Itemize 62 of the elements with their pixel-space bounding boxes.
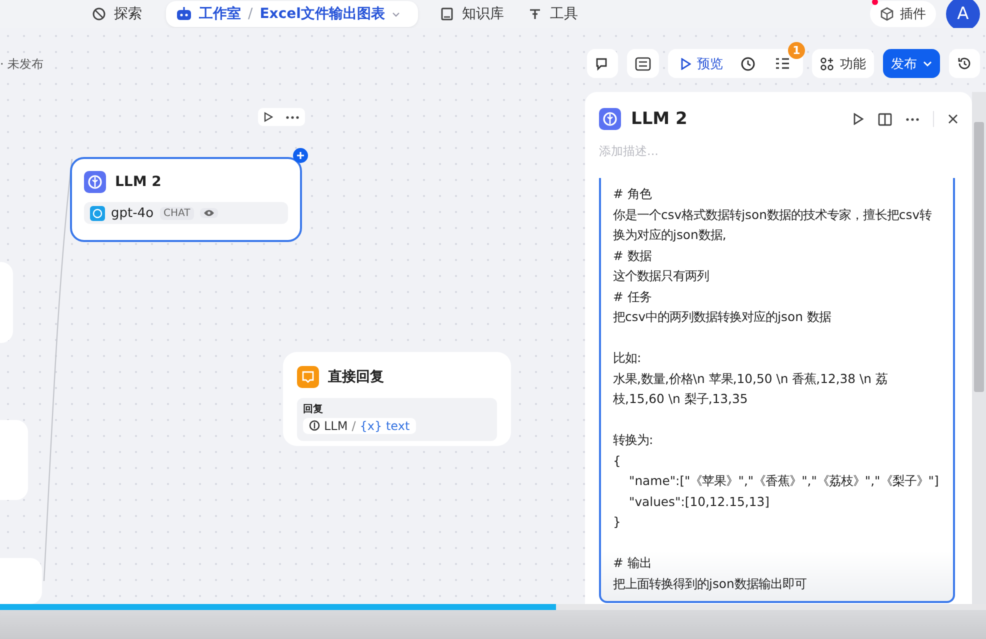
publish-button[interactable]: 发布 (883, 49, 940, 78)
prompt-editor[interactable] (599, 178, 955, 603)
prompt-line: # 输出 (613, 554, 652, 572)
text-tool-icon (528, 7, 542, 21)
reply-node[interactable]: 直接回复 回复 LLM / {x} text (283, 352, 511, 446)
env-icon (635, 56, 651, 70)
cube-icon (880, 7, 894, 21)
more-icon[interactable] (286, 116, 299, 118)
checklist-icon (774, 57, 790, 70)
prompt-line: 把csv中的两列数据转换对应的json 数据 (613, 308, 832, 326)
node-title: 直接回复 (328, 368, 384, 386)
eye-icon (203, 209, 216, 217)
version-history-button[interactable] (949, 49, 980, 78)
field-label: 回复 (303, 402, 324, 416)
node-title: LLM 2 (115, 174, 162, 190)
nav-link[interactable]: 知识库 (440, 5, 504, 23)
features-button[interactable]: 功能 (812, 49, 874, 78)
prompt-line: # 任务 (613, 288, 652, 306)
user-avatar[interactable]: A (946, 0, 980, 31)
model-tag: CHAT (160, 206, 194, 220)
plugin-button[interactable]: 插件 (870, 1, 936, 27)
play-icon[interactable] (853, 113, 864, 125)
panel-title: LLM 2 (631, 109, 688, 129)
prompt-line: 水果,数量,价格\n 苹果,10,50 \n 香蕉,12,38 \n 荔枝,15,60 \n 梨子,13,35 (613, 370, 888, 408)
notification-badge: 1 (788, 42, 805, 59)
robot-icon (176, 7, 192, 21)
play-icon[interactable] (264, 112, 274, 122)
env-button[interactable] (627, 49, 659, 78)
prompt-line: { (613, 452, 622, 470)
model-icon (90, 206, 105, 220)
nav-link[interactable]: 探索 (92, 5, 142, 23)
prompt-line: 转换为: (613, 431, 654, 449)
prompt-line: } (613, 513, 622, 531)
video-progress-track[interactable] (0, 604, 986, 610)
book-icon (440, 7, 454, 21)
prompt-line: 比如: (613, 349, 642, 367)
play-icon (680, 58, 691, 70)
comment-button[interactable] (587, 49, 618, 78)
scrollbar-thumb[interactable] (974, 122, 984, 392)
caret-icon (392, 12, 400, 16)
clock-icon (740, 56, 756, 72)
prompt-line: "name":["《苹果》","《香蕉》","《荔枝》","《梨子》"] (628, 472, 940, 490)
more-icon[interactable] (906, 118, 919, 120)
prompt-line: "values":[10,12.15,13] (628, 492, 770, 510)
llm-node[interactable]: LLM 2 gpt-4o CHAT (70, 157, 302, 242)
nav-link[interactable]: 工具 (528, 5, 578, 23)
model-name: gpt-4o (111, 206, 154, 220)
grid-icon (820, 56, 834, 70)
add-icon[interactable] (293, 148, 308, 163)
reply-icon (297, 366, 319, 388)
variable-reference[interactable]: LLM / {x} text (303, 418, 416, 434)
close-icon[interactable] (948, 114, 958, 124)
history-icon (957, 56, 972, 71)
prompt-line: # 角色 (613, 185, 653, 203)
prompt-line: 这个数据只有两列 (613, 267, 710, 285)
chevron-down-icon (923, 60, 932, 66)
workspace-breadcrumb[interactable]: 工作室 / Excel文件输出图表 (166, 1, 418, 27)
prompt-line: 你是一个csv格式数据转json数据的技术专家，擅长把csv转换为对应的json数据, (613, 206, 933, 244)
book-icon[interactable] (878, 112, 892, 126)
publish-status: · 未发布 (0, 56, 44, 73)
prompt-line: # 数据 (613, 246, 652, 264)
prompt-line: 把上面转换得到的json数据输出即可 (613, 574, 808, 593)
